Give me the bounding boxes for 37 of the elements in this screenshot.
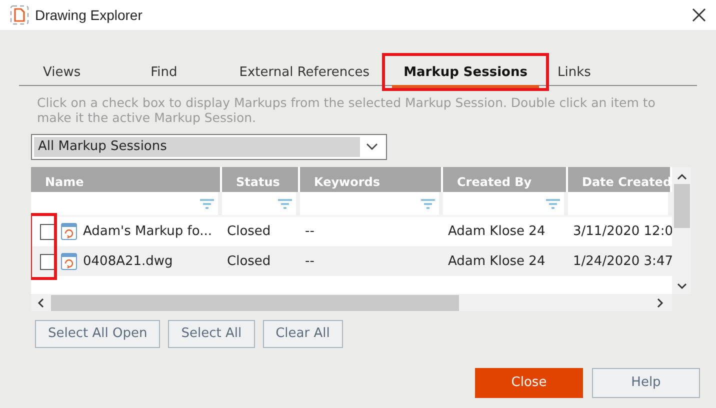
app-icon	[10, 5, 29, 25]
table-cell-text: --	[305, 222, 314, 241]
table-cell-text: 0408A21.dwg	[83, 252, 173, 271]
window-title: Drawing Explorer	[35, 6, 144, 25]
column-header[interactable]: Created By	[443, 167, 568, 192]
session-icon	[61, 223, 77, 240]
table-cell-text: Closed	[227, 222, 271, 241]
selection-button[interactable]: Select All Open	[35, 320, 160, 348]
column-header[interactable]: Keywords	[300, 167, 443, 192]
tab[interactable]: Links	[557, 62, 591, 88]
dialog-button[interactable]: Help	[592, 368, 700, 398]
selection-button[interactable]: Clear All	[262, 320, 343, 348]
scroll-up-icon[interactable]	[676, 173, 686, 181]
column-header[interactable]: Status	[222, 167, 300, 192]
chevron-down-icon	[366, 143, 378, 151]
tab[interactable]: Markup Sessions	[392, 62, 540, 88]
table-cell-text: 1/24/2020 3:47	[573, 252, 672, 271]
hint-text: Click on a check box to display Markups from the selected Markup Session. Double click an item to make it the active Markup Session.	[37, 95, 656, 125]
table-cell-text: Adam's Markup fo...	[83, 222, 212, 241]
selection-button[interactable]: Select All	[168, 320, 255, 348]
table-cell-text: Closed	[227, 252, 271, 271]
column-header[interactable]: Date Created	[568, 167, 672, 192]
filter-dropdown[interactable]: All Markup Sessions	[31, 134, 387, 160]
vertical-scrollbar[interactable]	[672, 167, 691, 294]
table-cell-text: 3/11/2020 12:0	[573, 222, 672, 241]
dialog-button[interactable]: Close	[475, 368, 583, 398]
tab[interactable]: Views	[43, 62, 81, 88]
tab[interactable]: Find	[150, 62, 178, 88]
close-icon[interactable]	[690, 6, 708, 24]
tab[interactable]: External References	[239, 62, 370, 88]
session-icon	[61, 253, 77, 270]
table-cell-text: Adam Klose 24	[448, 252, 546, 271]
table-cell-text: Adam Klose 24	[448, 222, 546, 241]
table-cell-text: --	[305, 252, 314, 271]
horizontal-scrollbar[interactable]	[31, 294, 672, 311]
scroll-down-icon[interactable]	[676, 282, 686, 290]
column-header[interactable]: Name	[31, 167, 222, 192]
